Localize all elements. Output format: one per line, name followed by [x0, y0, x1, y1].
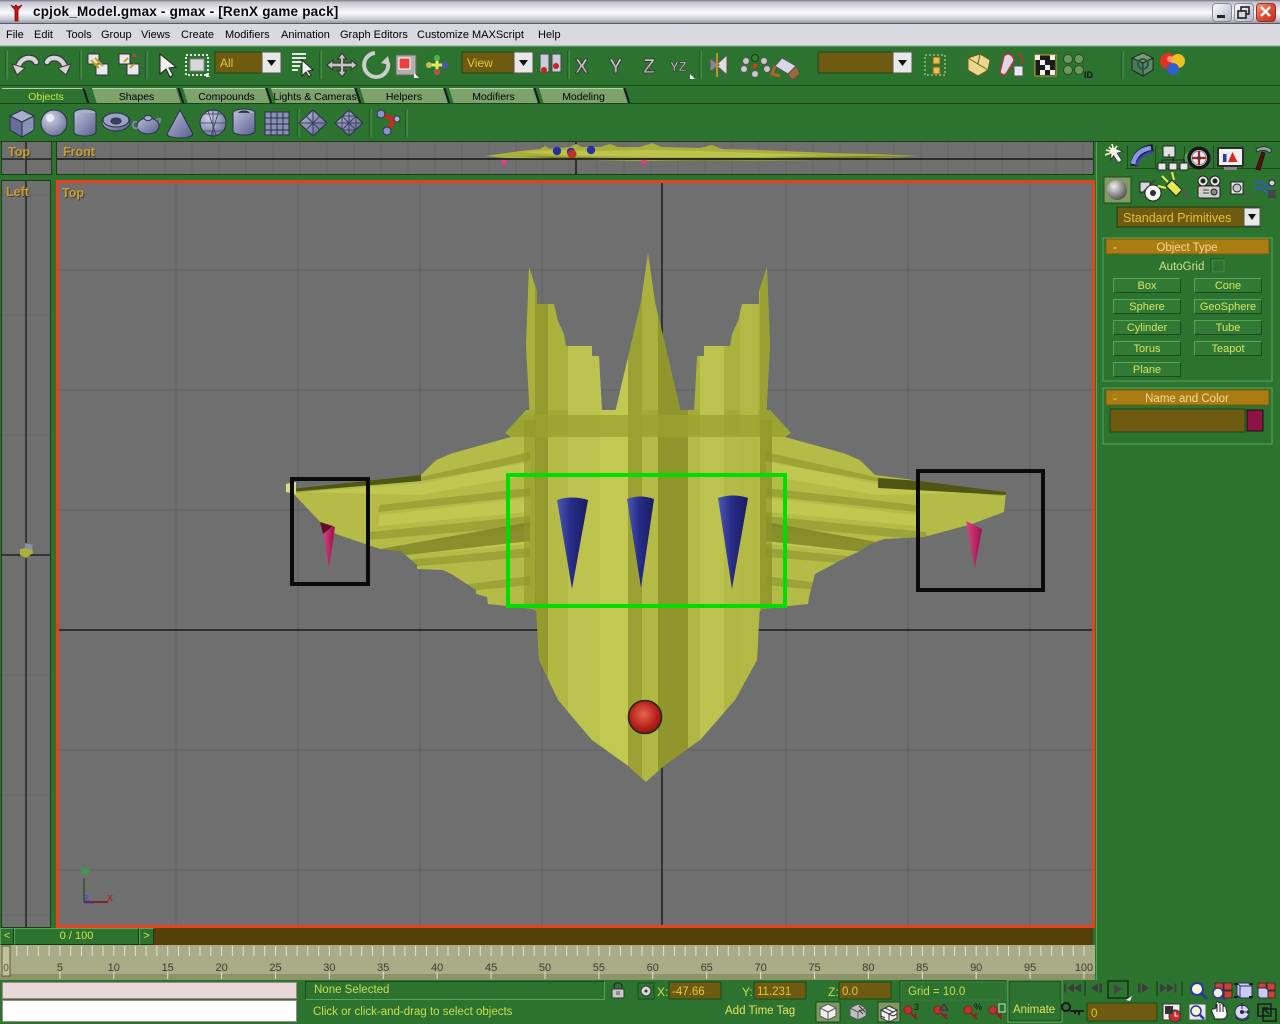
svg-text:100: 100	[1075, 962, 1093, 974]
svg-text:25: 25	[269, 962, 281, 974]
svg-text:0: 0	[1091, 1008, 1097, 1020]
svg-text:Top: Top	[62, 186, 84, 200]
svg-text:Object Type: Object Type	[1156, 242, 1217, 254]
svg-text:Left: Left	[6, 185, 30, 199]
svg-text:X:: X:	[657, 985, 668, 999]
svg-text:5: 5	[57, 962, 63, 974]
svg-text:Name and Color: Name and Color	[1145, 393, 1229, 405]
svg-text:0.0: 0.0	[842, 986, 858, 998]
svg-text:15: 15	[162, 962, 174, 974]
svg-text:11.231: 11.231	[757, 986, 791, 998]
svg-text:65: 65	[701, 962, 713, 974]
svg-text:35: 35	[377, 962, 389, 974]
svg-text:20: 20	[215, 962, 227, 974]
svg-text:95: 95	[1024, 962, 1036, 974]
svg-text:-: -	[1113, 240, 1117, 254]
svg-text:Y:: Y:	[742, 985, 753, 999]
svg-text:30: 30	[323, 962, 335, 974]
svg-text:80: 80	[862, 962, 874, 974]
svg-text:55: 55	[593, 962, 605, 974]
svg-text:Grid = 10.0: Grid = 10.0	[908, 986, 965, 998]
svg-text:Z:: Z:	[828, 985, 839, 999]
svg-text:60: 60	[647, 962, 659, 974]
svg-text:Top: Top	[8, 145, 30, 159]
svg-text:50: 50	[539, 962, 551, 974]
svg-text:40: 40	[431, 962, 443, 974]
svg-text:75: 75	[808, 962, 820, 974]
svg-text:-47.66: -47.66	[672, 986, 705, 998]
svg-text:0: 0	[3, 963, 9, 974]
svg-text:z: z	[84, 892, 90, 904]
svg-text:90: 90	[970, 962, 982, 974]
svg-text:45: 45	[485, 962, 497, 974]
svg-text:85: 85	[916, 962, 928, 974]
svg-text:AutoGrid: AutoGrid	[1159, 261, 1204, 273]
svg-text:%: %	[974, 1002, 982, 1012]
svg-text:Standard Primitives: Standard Primitives	[1123, 211, 1231, 225]
svg-text:Front: Front	[63, 145, 96, 159]
svg-text:x: x	[107, 892, 114, 904]
svg-text:Animate: Animate	[1013, 1004, 1055, 1016]
svg-text:10: 10	[108, 962, 120, 974]
svg-text:70: 70	[754, 962, 766, 974]
svg-text:3: 3	[914, 1002, 919, 1012]
svg-text:-: -	[1113, 391, 1117, 405]
